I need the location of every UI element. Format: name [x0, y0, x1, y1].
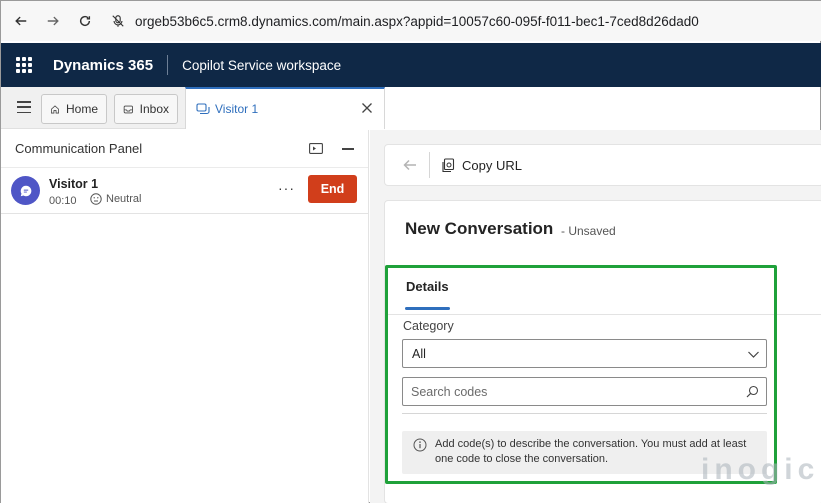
header-divider [167, 55, 169, 75]
category-label: Category [403, 319, 454, 333]
search-icon[interactable] [746, 385, 759, 398]
inbox-icon [123, 105, 133, 113]
form-title: New Conversation [405, 219, 554, 238]
session-tab-strip: Home Inbox Visitor 1 [1, 87, 385, 129]
address-bar[interactable]: orgeb53b6c5.crm8.dynamics.com/main.aspx?… [109, 6, 809, 36]
minimize-icon[interactable] [342, 148, 354, 150]
communication-panel-title: Communication Panel [15, 141, 143, 156]
section-divider [402, 413, 767, 414]
watermark-logo: inogic [701, 453, 820, 486]
close-icon[interactable] [360, 101, 374, 115]
main-content: Copy URL New Conversation - Unsaved Deta… [370, 130, 821, 503]
neutral-face-icon [90, 193, 102, 205]
tab-inbox[interactable]: Inbox [114, 94, 178, 124]
copy-url-button[interactable]: Copy URL [462, 158, 522, 173]
more-options-icon[interactable]: ··· [278, 180, 295, 196]
tab-inbox-label: Inbox [139, 102, 169, 116]
app-header: Dynamics 365 Copilot Service workspace [1, 43, 821, 87]
tab-home-label: Home [65, 102, 98, 116]
chat-icon [196, 103, 210, 115]
sentiment-label: Neutral [106, 193, 142, 205]
info-icon [413, 438, 427, 452]
url-text[interactable]: orgeb53b6c5.crm8.dynamics.com/main.aspx?… [135, 14, 699, 29]
sentiment-indicator: Neutral [90, 193, 141, 205]
form-tab-list: Details [385, 265, 821, 315]
back-arrow-icon[interactable] [402, 157, 418, 173]
form-save-status: - Unsaved [561, 224, 616, 238]
app-name[interactable]: Dynamics 365 [53, 57, 153, 74]
category-value: All [412, 346, 426, 361]
reload-icon[interactable] [73, 9, 97, 33]
app-launcher-icon[interactable] [16, 57, 32, 73]
category-select[interactable]: All [402, 339, 767, 368]
end-session-button[interactable]: End [308, 175, 357, 203]
browser-toolbar: orgeb53b6c5.crm8.dynamics.com/main.aspx?… [1, 1, 821, 41]
menu-icon[interactable] [17, 101, 31, 113]
forward-arrow-icon[interactable] [41, 9, 65, 33]
session-timer: 00:10 [49, 195, 77, 207]
session-view-icon[interactable] [309, 143, 323, 154]
chat-avatar-icon [11, 176, 40, 205]
session-name: Visitor 1 [49, 177, 99, 191]
tab-details-indicator [405, 307, 450, 310]
workspace-title: Copilot Service workspace [182, 57, 342, 73]
tab-visitor-1[interactable]: Visitor 1 [185, 87, 385, 129]
tab-details[interactable]: Details [406, 279, 449, 294]
copy-link-icon[interactable] [441, 157, 456, 173]
search-codes-placeholder: Search codes [411, 384, 488, 399]
search-codes-input[interactable]: Search codes [402, 377, 767, 406]
chevron-down-icon [748, 351, 759, 358]
home-icon [51, 104, 59, 113]
tab-visitor-label: Visitor 1 [215, 102, 259, 116]
communication-panel: Communication Panel Visitor 1 00:10 Neut… [1, 130, 369, 503]
command-divider [429, 152, 430, 178]
command-bar: Copy URL [384, 144, 821, 186]
tab-home[interactable]: Home [41, 94, 107, 124]
back-arrow-icon[interactable] [9, 9, 33, 33]
communication-panel-header: Communication Panel [1, 130, 368, 168]
session-item[interactable]: Visitor 1 00:10 Neutral ··· End [1, 168, 368, 214]
mic-off-icon[interactable] [109, 12, 127, 30]
